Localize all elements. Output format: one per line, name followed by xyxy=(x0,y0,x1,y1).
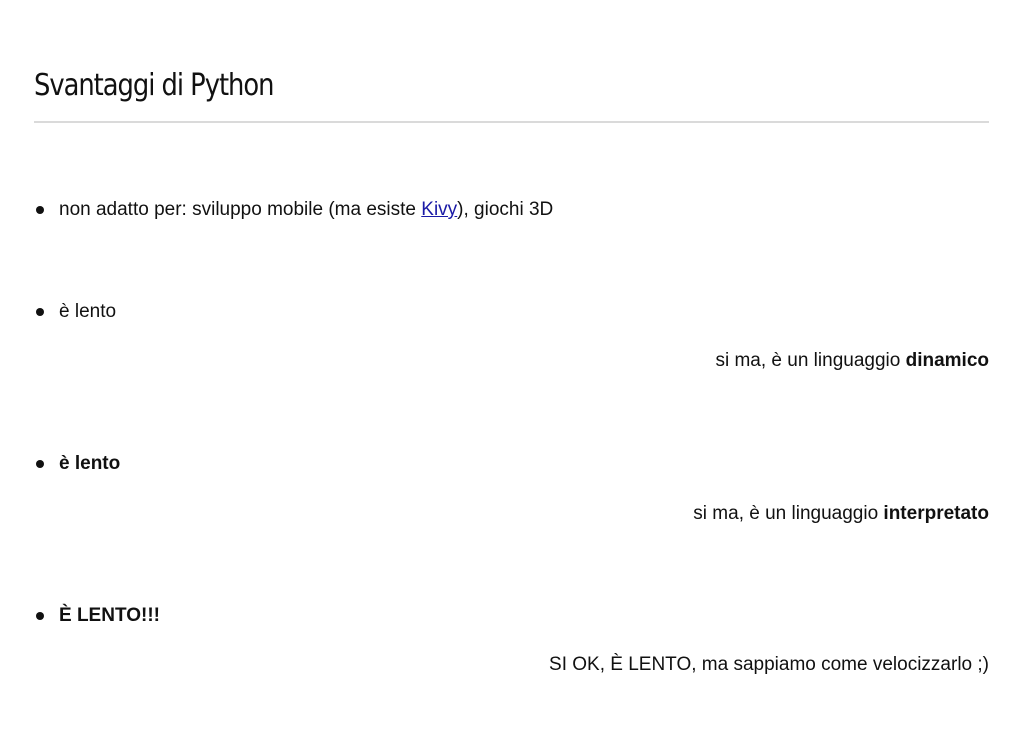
note-emphasis: dinamico xyxy=(905,350,989,371)
bullet-dot-icon xyxy=(36,460,44,468)
note-interpreted: si ma, è un linguaggio interpretato xyxy=(693,502,989,526)
kivy-link[interactable]: Kivy xyxy=(421,199,457,220)
bullet-dot-icon xyxy=(36,308,44,316)
bullet-dot-icon xyxy=(36,612,44,620)
bullet-text: è lento xyxy=(59,301,117,322)
bullet-text: È LENTO!!! xyxy=(59,605,160,626)
note-text: si ma, è un linguaggio xyxy=(693,503,884,524)
note-emphasis: interpretato xyxy=(883,503,989,524)
bullet-text-after: ), giochi 3D xyxy=(457,199,554,220)
note-speedup: SI OK, È LENTO, ma sappiamo come velociz… xyxy=(549,654,989,675)
bullet-dot-icon xyxy=(36,206,44,214)
bullet-text: è lento xyxy=(59,453,121,474)
note-text: si ma, è un linguaggio xyxy=(715,350,906,371)
bullet-text: non adatto per: sviluppo mobile (ma esis… xyxy=(59,198,553,222)
bullet-text-before: non adatto per: sviluppo mobile (ma esis… xyxy=(59,199,422,220)
note-dynamic: si ma, è un linguaggio dinamico xyxy=(715,349,989,373)
slide: Svantaggi di Python non adatto per: svil… xyxy=(34,0,989,747)
slide-title: Svantaggi di Python xyxy=(34,68,274,103)
title-divider xyxy=(34,121,989,123)
